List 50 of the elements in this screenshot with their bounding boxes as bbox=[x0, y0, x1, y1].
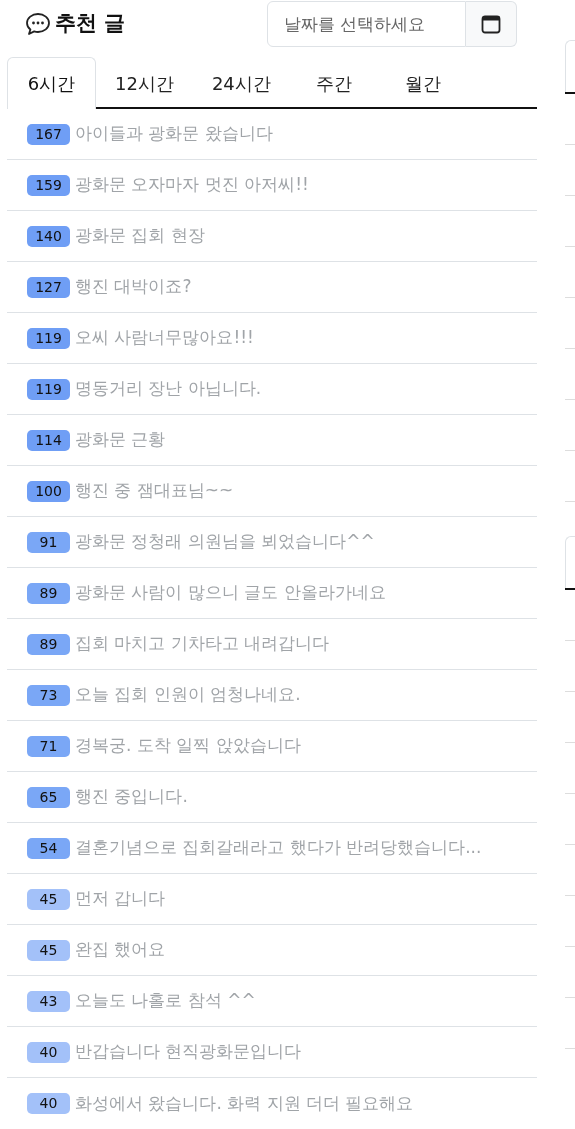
post-title-link[interactable]: 경복궁. 도착 일찍 앉았습니다 bbox=[75, 733, 301, 759]
count-badge: 89 bbox=[27, 582, 70, 604]
chat-bubble-icon bbox=[25, 11, 51, 36]
count-badge: 100 bbox=[27, 480, 70, 502]
post-title-link[interactable]: 먼저 갑니다 bbox=[75, 886, 166, 912]
post-title-link[interactable]: 오늘 집회 인원이 엄청나네요. bbox=[75, 682, 301, 708]
count-badge: 40 bbox=[27, 1041, 70, 1063]
tab[interactable]: 월간 bbox=[378, 57, 468, 109]
count-badge: 119 bbox=[27, 327, 70, 349]
post-title-link[interactable]: 행진 중 잼대표님~~ bbox=[75, 478, 234, 504]
post-title-link[interactable]: 광화문 집회 현장 bbox=[75, 223, 205, 249]
post-title-link[interactable]: 반갑습니다 현직광화문입니다 bbox=[75, 1039, 302, 1065]
count-badge: 119 bbox=[27, 378, 70, 400]
post-title-link[interactable]: 아이들과 광화문 왔습니다 bbox=[75, 121, 273, 147]
count-badge: 45 bbox=[27, 888, 70, 910]
calendar-button[interactable] bbox=[466, 0, 517, 47]
count-badge: 127 bbox=[27, 276, 70, 298]
count-badge: 91 bbox=[27, 531, 70, 553]
post-title-link[interactable]: 오늘도 나홀로 참석 ^^ bbox=[75, 988, 256, 1014]
post-title-link[interactable]: 명동거리 장난 아닙니다. bbox=[75, 376, 262, 402]
count-badge: 45 bbox=[27, 939, 70, 961]
post-title-link[interactable]: 광화문 정청래 의원님을 뵈었습니다^^ bbox=[75, 529, 375, 555]
tab[interactable]: 주간 bbox=[289, 57, 379, 109]
count-badge: 159 bbox=[27, 174, 70, 196]
count-badge: 89 bbox=[27, 633, 70, 655]
post-title-link[interactable]: 완집 했어요 bbox=[75, 937, 166, 963]
count-badge: 114 bbox=[27, 429, 70, 451]
count-badge: 140 bbox=[27, 225, 70, 247]
post-title-link[interactable]: 광화문 사람이 많으니 글도 안올라가네요 bbox=[75, 580, 386, 606]
count-badge: 71 bbox=[27, 735, 70, 757]
post-title-link[interactable]: 결혼기념으로 집회갈래라고 했다가 반려당했습니다... bbox=[75, 835, 482, 861]
count-badge: 40 bbox=[27, 1093, 70, 1114]
post-title-link[interactable]: 오씨 사람너무많아요!!! bbox=[75, 325, 254, 351]
tab[interactable]: 6시간 bbox=[7, 57, 96, 109]
post-title-link[interactable]: 광화문 오자마자 멋진 아저씨!! bbox=[75, 172, 309, 198]
post-title-link[interactable]: 행진 중입니다. bbox=[75, 784, 188, 810]
post-title-link[interactable]: 집회 마치고 기차타고 내려갑니다 bbox=[75, 631, 330, 657]
calendar-icon bbox=[481, 13, 501, 34]
section-title: 추천 글 bbox=[55, 9, 126, 37]
count-badge: 54 bbox=[27, 837, 70, 859]
tab[interactable]: 24시간 bbox=[192, 57, 290, 109]
count-badge: 167 bbox=[27, 123, 70, 145]
count-badge: 73 bbox=[27, 684, 70, 706]
count-badge: 43 bbox=[27, 990, 70, 1012]
count-badge: 65 bbox=[27, 786, 70, 808]
post-title-link[interactable]: 행진 대박이죠? bbox=[75, 274, 192, 300]
tab[interactable]: 12시간 bbox=[96, 57, 193, 109]
post-title-link[interactable]: 광화문 근황 bbox=[75, 427, 166, 453]
post-title-link[interactable]: 화성에서 왔습니다. 화력 지원 더더 필요해요 bbox=[75, 1090, 414, 1117]
date-field[interactable]: 날짜를 선택하세요 bbox=[267, 0, 466, 47]
